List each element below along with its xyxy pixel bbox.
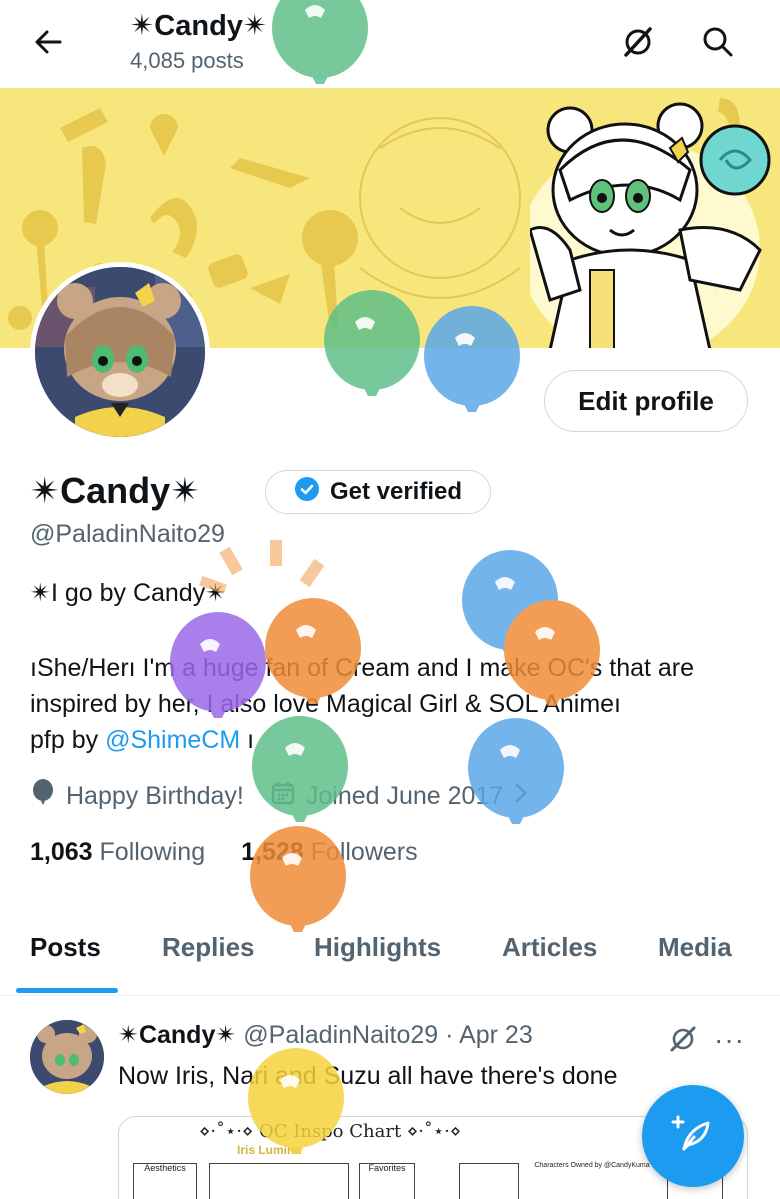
compose-post-button[interactable] xyxy=(642,1085,744,1187)
following-link[interactable]: 1,063 Following xyxy=(30,838,205,867)
header-title: ✴Candy✴ xyxy=(130,10,268,42)
more-options-icon[interactable]: ··· xyxy=(714,1024,745,1056)
media-box-outfit xyxy=(459,1163,519,1199)
following-count: 1,063 xyxy=(30,838,93,866)
media-box-label: Aesthetics xyxy=(144,1163,186,1173)
bio-line-2: ıShe/Herı I'm a huge fan of Cream and I … xyxy=(30,654,695,718)
banner-character-image xyxy=(530,102,771,348)
profile-display-name: ✴Candy✴ xyxy=(30,470,201,511)
bio-body: ıShe/Herı I'm a huge fan of Cream and I … xyxy=(30,650,750,758)
profile-avatar[interactable] xyxy=(30,262,210,442)
birthday-text: Happy Birthday! xyxy=(66,782,244,810)
bio-pfp-prefix: pfp by xyxy=(30,726,106,754)
compose-post-icon xyxy=(670,1111,716,1162)
bio-mention-link[interactable]: @ShimeCM xyxy=(105,726,240,754)
tab-highlights[interactable]: Highlights xyxy=(314,932,441,963)
top-bar: ✴Candy✴ 4,085 posts xyxy=(0,0,780,88)
media-box-aesthetics: Aesthetics xyxy=(133,1163,197,1199)
tab-replies[interactable]: Replies xyxy=(162,932,255,963)
media-box-credits: Characters Owned by @CandyKuma xyxy=(527,1162,657,1199)
tab-posts[interactable]: Posts xyxy=(30,932,101,963)
post-header: ✴Candy✴ @PaladinNaito29 · Apr 23 xyxy=(118,1020,533,1050)
media-box-favorites: Favorites xyxy=(359,1163,415,1199)
header-post-count: 4,085 posts xyxy=(130,48,244,73)
profile-handle: @PaladinNaito29 xyxy=(30,520,225,548)
follow-stats: 1,063 Following 1,528 Followers xyxy=(30,838,418,867)
get-verified-label: Get verified xyxy=(329,478,463,505)
media-chart-title: ⋄·˚⋆·⋄ OC Inspo Chart ⋄·˚⋆·⋄ xyxy=(199,1121,462,1142)
bio-line-1: ✴I go by Candy✴ xyxy=(30,579,227,607)
calendar-icon xyxy=(270,780,296,813)
back-arrow-icon[interactable] xyxy=(28,22,68,62)
post-date[interactable]: · Apr 23 xyxy=(445,1021,533,1049)
post-author-name[interactable]: ✴Candy✴ xyxy=(118,1021,236,1049)
profile-meta: Happy Birthday! Joined June 2017 xyxy=(30,778,555,815)
tab-articles[interactable]: Articles xyxy=(502,932,597,963)
post-author-handle[interactable]: @PaladinNaito29 xyxy=(243,1021,438,1049)
birthday-item: Happy Birthday! xyxy=(30,778,244,815)
tab-media[interactable]: Media xyxy=(658,932,732,963)
media-chart-subtitle: Iris Lumina xyxy=(237,1143,302,1157)
balloon-icon xyxy=(30,778,56,815)
followers-count: 1,528 xyxy=(241,838,304,866)
bio-pfp-suffix: ı xyxy=(240,726,255,754)
get-verified-button[interactable]: Get verified xyxy=(265,470,491,514)
media-box-label: Favorites xyxy=(368,1163,406,1173)
media-box-portrait xyxy=(209,1163,349,1199)
grok-icon[interactable] xyxy=(618,22,658,62)
post-author-avatar[interactable] xyxy=(30,1020,104,1094)
profile-tabs: Posts Replies Highlights Articles Media xyxy=(0,918,780,996)
grok-icon[interactable] xyxy=(666,1022,700,1056)
verified-badge-icon xyxy=(294,476,320,509)
followers-link[interactable]: 1,528 Followers xyxy=(241,838,418,867)
following-label: Following xyxy=(99,838,206,866)
chevron-right-icon xyxy=(513,780,529,813)
search-icon[interactable] xyxy=(698,22,738,62)
media-box-label: Characters Owned by @CandyKuma xyxy=(534,1162,650,1169)
edit-profile-button[interactable]: Edit profile xyxy=(544,370,748,432)
joined-item[interactable]: Joined June 2017 xyxy=(270,780,529,813)
post-text: Now Iris, Nari and Suzu all have there's… xyxy=(118,1062,618,1090)
followers-label: Followers xyxy=(310,838,418,866)
active-tab-indicator xyxy=(16,988,118,993)
joined-text: Joined June 2017 xyxy=(305,782,504,810)
